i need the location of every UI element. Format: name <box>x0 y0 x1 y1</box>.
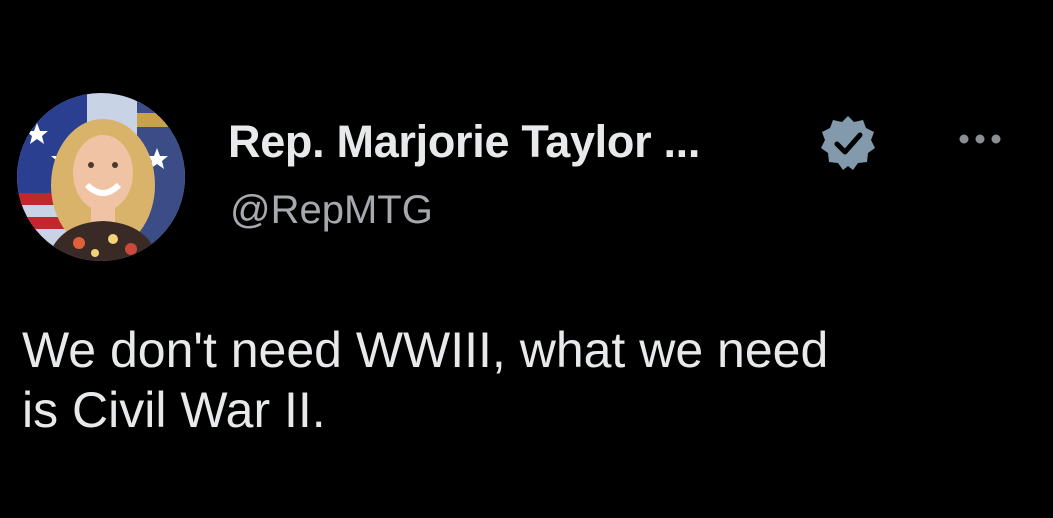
tweet-text-line: is Civil War II. <box>22 382 326 438</box>
more-options-icon[interactable] <box>950 127 1010 151</box>
tweet-text: We don't need WWIII, what we need is Civ… <box>22 320 1022 440</box>
avatar[interactable] <box>17 93 185 261</box>
avatar-photo <box>17 93 185 261</box>
author-display-name[interactable]: Rep. Marjorie Taylor ... <box>228 116 700 168</box>
verified-badge-icon <box>821 116 875 170</box>
author-handle[interactable]: @RepMTG <box>230 188 433 233</box>
tweet-card: Rep. Marjorie Taylor ... @RepMTG We don'… <box>0 0 1053 518</box>
tweet-text-line: We don't need WWIII, what we need <box>22 322 829 378</box>
